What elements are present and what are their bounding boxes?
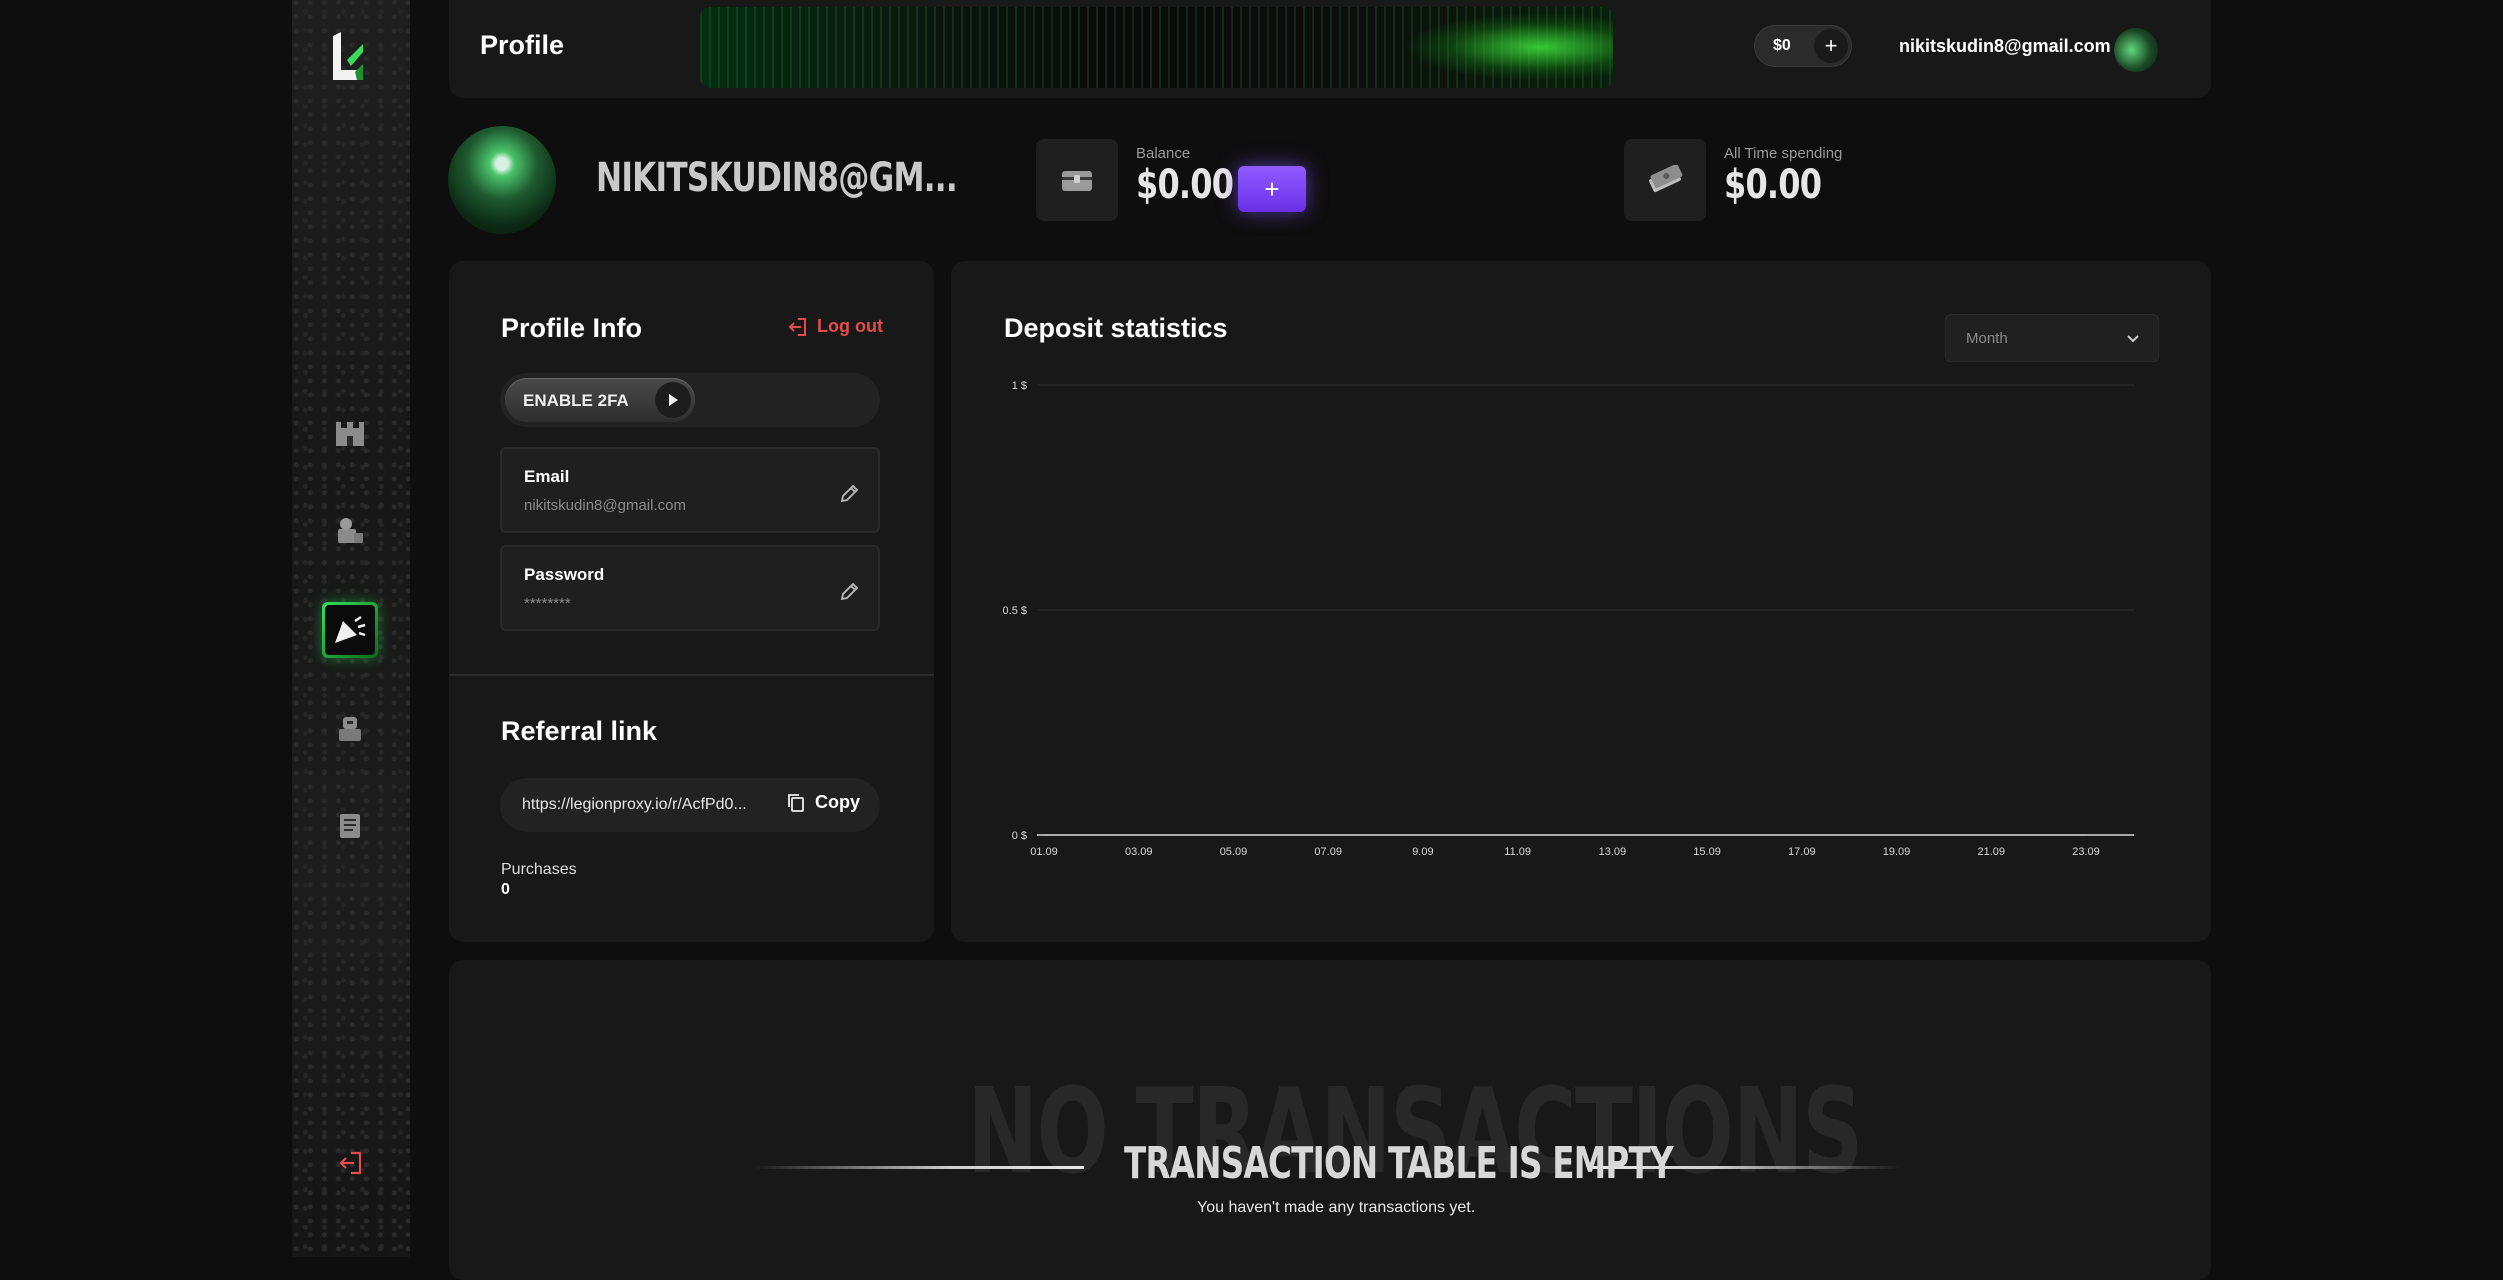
x-tick-label: 03.09: [1125, 846, 1153, 858]
sidebar: [292, 0, 410, 1257]
password-label: Password: [524, 565, 605, 584]
logout-link[interactable]: Log out: [787, 316, 883, 337]
top-up-button[interactable]: +: [1238, 166, 1306, 212]
logout-icon: [339, 1151, 362, 1175]
x-tick-label: 11.09: [1504, 846, 1531, 858]
email-value: nikitskudin8@gmail.com: [524, 497, 686, 514]
spending-stat-icon-box: [1624, 139, 1706, 221]
empty-table-title: TRANSACTION TABLE IS EMPTY: [1124, 1138, 1674, 1189]
nav-shop[interactable]: [322, 503, 378, 559]
y-tick-label: 1 $: [1012, 380, 1027, 392]
wallet-widget[interactable]: $0 +: [1754, 25, 1852, 67]
copy-button[interactable]: Copy: [787, 792, 860, 813]
logout-label: Log out: [817, 316, 883, 336]
logo-icon[interactable]: [327, 32, 367, 84]
referral-link-text[interactable]: https://legionproxy.io/r/AcfPd0...: [522, 796, 747, 814]
password-value: ********: [524, 595, 571, 612]
copy-icon: [788, 793, 804, 812]
x-tick-label: 9.09: [1412, 846, 1433, 858]
password-field: Password ********: [500, 545, 880, 631]
knight-icon: [339, 717, 361, 741]
profile-avatar: [448, 126, 556, 234]
logout-icon: [788, 317, 806, 336]
left-divider-line: [754, 1166, 1084, 1169]
x-tick-label: 21.09: [1978, 846, 2006, 858]
empty-table-subtitle: You haven't made any transactions yet.: [1197, 1199, 1476, 1216]
purchases-value: 0: [501, 881, 510, 898]
castle-icon: [336, 422, 364, 446]
purchases-label: Purchases: [501, 861, 577, 878]
nav-castle[interactable]: [322, 405, 378, 461]
balance-label: Balance: [1136, 145, 1191, 162]
balance-stat-icon-box: [1036, 139, 1118, 221]
enable-2fa-button[interactable]: ENABLE 2FA: [505, 378, 695, 422]
chest-icon: [1062, 171, 1092, 191]
referral-link-box: https://legionproxy.io/r/AcfPd0... Copy: [500, 778, 880, 832]
top-header: Profile $0 + nikitskudin8@gmail.com: [449, 0, 2211, 98]
profile-info-title: Profile Info: [501, 313, 642, 343]
page-title: Profile: [480, 30, 565, 60]
x-tick-label: 07.09: [1314, 846, 1342, 858]
email-label: Email: [524, 467, 570, 486]
header-banner[interactable]: [700, 7, 1613, 88]
scroll-icon: [340, 814, 360, 838]
wallet-balance: $0: [1773, 37, 1791, 54]
panel-divider: [449, 674, 934, 676]
y-tick-label: 0 $: [1012, 830, 1027, 842]
megaphone-icon: [335, 615, 366, 643]
wallet-add-button[interactable]: +: [1814, 29, 1848, 63]
copy-label: Copy: [815, 792, 860, 812]
pencil-icon[interactable]: [838, 581, 860, 603]
x-tick-label: 01.09: [1030, 846, 1058, 858]
avatar[interactable]: [2114, 28, 2158, 72]
spending-value: $0.00: [1724, 162, 1822, 208]
referral-title: Referral link: [501, 716, 658, 746]
shop-icon: [338, 518, 363, 543]
x-tick-label: 13.09: [1599, 846, 1627, 858]
play-arrow-icon: [655, 382, 691, 418]
pencil-icon[interactable]: [838, 483, 860, 505]
deposit-chart: 1 $ 0.5 $ 0 $01.09 03.09 05.09 07.09 9.09 11.09…: [1003, 380, 2134, 858]
nav-scroll[interactable]: [322, 798, 378, 854]
cash-stack-icon: [1649, 165, 1683, 193]
x-tick-label: 19.09: [1883, 846, 1911, 858]
spending-label: All Time spending: [1724, 145, 1843, 162]
email-field: Email nikitskudin8@gmail.com: [500, 447, 880, 533]
profile-display-name: NIKITSKUDIN8@GM...: [596, 155, 958, 201]
x-tick-label: 15.09: [1693, 846, 1721, 858]
x-tick-label: 23.09: [2072, 846, 2100, 858]
y-tick-label: 0.5 $: [1003, 605, 1027, 617]
sidebar-logout-button[interactable]: [322, 1135, 378, 1191]
nav-referral[interactable]: [322, 602, 378, 658]
x-tick-label: 05.09: [1220, 846, 1248, 858]
x-tick-label: 17.09: [1788, 846, 1816, 858]
enable-2fa-label: ENABLE 2FA: [523, 391, 629, 410]
user-email[interactable]: nikitskudin8@gmail.com: [1899, 36, 2111, 57]
balance-value: $0.00: [1136, 162, 1234, 208]
nav-knight[interactable]: [322, 700, 378, 756]
